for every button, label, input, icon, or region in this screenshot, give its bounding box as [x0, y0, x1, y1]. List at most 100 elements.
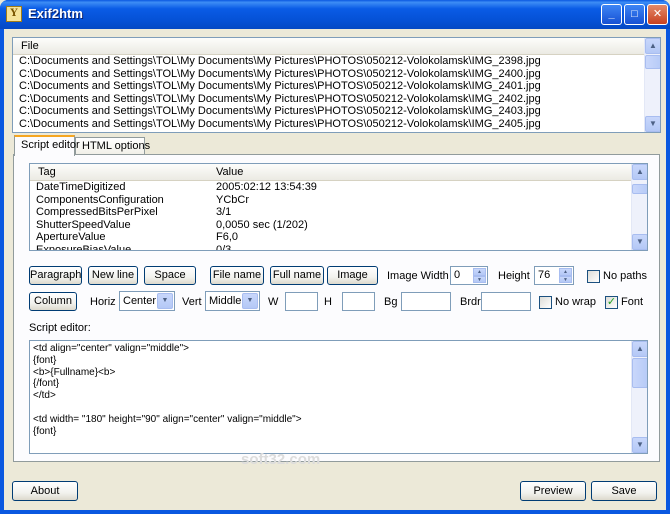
- watermark: soft32.com: [241, 451, 321, 468]
- scroll-down-icon[interactable]: ▼: [632, 234, 647, 250]
- new-line-button[interactable]: New line: [88, 266, 138, 285]
- window-client-area: File C:\Documents and Settings\TOL\My Do…: [4, 29, 666, 510]
- tab-script-editor[interactable]: Script editor: [14, 135, 80, 156]
- about-button[interactable]: About: [12, 481, 78, 501]
- tag-value: 0,0050 sec (1/202): [216, 218, 308, 231]
- script-editor-textarea[interactable]: <td align="center" valign="middle"> {font…: [29, 340, 648, 454]
- image-width-stepper[interactable]: 0 ▲ ▼: [450, 266, 488, 285]
- tag-row[interactable]: ComponentsConfiguration YCbCr: [30, 194, 647, 207]
- vert-label: Vert: [182, 296, 202, 308]
- tab-html-options[interactable]: HTML options: [75, 137, 150, 155]
- image-width-value: 0: [454, 269, 461, 281]
- tag-row[interactable]: DateTimeDigitized 2005:02:12 13:54:39: [30, 181, 647, 194]
- file-list-item[interactable]: C:\Documents and Settings\TOL\My Documen…: [13, 118, 660, 131]
- tag-name: ComponentsConfiguration: [36, 193, 164, 206]
- file-rows: C:\Documents and Settings\TOL\My Documen…: [13, 55, 660, 130]
- tag-row[interactable]: CompressedBitsPerPixel 3/1: [30, 206, 647, 219]
- height-field[interactable]: [342, 292, 375, 311]
- paragraph-button[interactable]: Paragraph: [29, 266, 82, 285]
- scroll-thumb[interactable]: [632, 184, 647, 194]
- no-wrap-checkbox[interactable]: [539, 296, 552, 309]
- scroll-thumb[interactable]: [645, 55, 660, 69]
- tag-name: ExposureBiasValue: [36, 243, 132, 251]
- editor-scrollbar[interactable]: ▲ ▼: [631, 341, 647, 453]
- vert-select[interactable]: Middle ▼: [205, 291, 260, 311]
- scroll-down-icon[interactable]: ▼: [645, 116, 660, 132]
- close-icon[interactable]: ✕: [647, 4, 668, 25]
- file-list-scrollbar[interactable]: ▲ ▼: [644, 38, 660, 132]
- maximize-icon[interactable]: □: [624, 4, 645, 25]
- save-button[interactable]: Save: [591, 481, 657, 501]
- height-spin-icon[interactable]: ▲ ▼: [559, 268, 572, 283]
- scroll-up-icon[interactable]: ▲: [645, 38, 660, 54]
- image-width-label: Image Width: [387, 270, 449, 282]
- value-column-header[interactable]: Value: [216, 164, 243, 180]
- script-lines: <td align="center" valign="middle"> {font…: [30, 341, 647, 437]
- scroll-up-icon[interactable]: ▲: [632, 164, 647, 180]
- script-line: [30, 402, 647, 414]
- chevron-down-icon[interactable]: ▼: [242, 293, 258, 309]
- file-list-item[interactable]: C:\Documents and Settings\TOL\My Documen…: [13, 93, 660, 106]
- app-logo-icon: Y: [6, 6, 22, 22]
- file-list-item[interactable]: C:\Documents and Settings\TOL\My Documen…: [13, 80, 660, 93]
- script-line: {font}: [33, 425, 57, 437]
- vert-value: Middle: [209, 295, 242, 307]
- border-field[interactable]: [481, 292, 531, 311]
- space-button[interactable]: Space: [144, 266, 196, 285]
- no-paths-label: No paths: [603, 270, 648, 282]
- horiz-value: Center: [123, 295, 157, 307]
- bg-label: Bg: [384, 296, 398, 308]
- no-paths-checkbox[interactable]: [587, 270, 600, 283]
- tag-row[interactable]: ExposureBiasValue 0/3: [30, 243, 647, 251]
- width-field[interactable]: [285, 292, 318, 311]
- tag-row[interactable]: ApertureValue F6,0: [30, 231, 647, 244]
- font-checkbox[interactable]: ✓: [605, 296, 618, 309]
- file-column-header[interactable]: File: [13, 38, 660, 55]
- bg-field[interactable]: [401, 292, 451, 311]
- window-title: Exif2htm: [28, 6, 83, 21]
- tag-rows: DateTimeDigitized 2005:02:12 13:54:39 Comp…: [30, 181, 647, 251]
- minimize-icon[interactable]: _: [601, 4, 622, 25]
- script-line: {font}: [33, 354, 57, 366]
- preview-button[interactable]: Preview: [520, 481, 586, 501]
- title-bar[interactable]: Y Exif2htm _ □ ✕: [0, 0, 670, 29]
- image-height-label: Height: [498, 270, 530, 282]
- scroll-up-icon[interactable]: ▲: [632, 341, 647, 357]
- horiz-label: Horiz: [90, 296, 116, 308]
- tag-value: 3/1: [216, 206, 232, 218]
- width-spin-icon[interactable]: ▲ ▼: [473, 268, 486, 283]
- script-editor-label: Script editor:: [29, 322, 91, 334]
- tag-value: 0/3: [216, 243, 232, 251]
- tag-column-header[interactable]: Tag: [38, 166, 56, 178]
- scroll-down-icon[interactable]: ▼: [632, 437, 647, 453]
- no-wrap-label: No wrap: [555, 296, 596, 308]
- file-name-button[interactable]: File name: [210, 266, 264, 285]
- horiz-select[interactable]: Center ▼: [119, 291, 175, 311]
- brdr-label: Brdr: [460, 296, 481, 308]
- image-height-stepper[interactable]: 76 ▲ ▼: [534, 266, 574, 285]
- tag-row[interactable]: ShutterSpeedValue 0,0050 sec (1/202): [30, 219, 647, 232]
- tag-value: YCbCr: [216, 193, 250, 206]
- scroll-thumb[interactable]: [632, 358, 647, 388]
- file-list[interactable]: File C:\Documents and Settings\TOL\My Do…: [12, 37, 661, 133]
- checkmark-icon: ✓: [606, 296, 617, 308]
- chevron-down-icon[interactable]: ▼: [157, 293, 173, 309]
- w-label: W: [268, 296, 279, 308]
- font-label: Font: [621, 296, 644, 308]
- h-label: H: [324, 296, 332, 308]
- image-button[interactable]: Image: [327, 266, 378, 285]
- tag-name: DateTimeDigitized: [36, 181, 126, 193]
- image-height-value: 76: [538, 269, 551, 281]
- file-list-item[interactable]: C:\Documents and Settings\TOL\My Documen…: [13, 105, 660, 118]
- script-line: </td>: [33, 390, 56, 402]
- script-line: <td align="center" valign="middle">: [33, 343, 189, 354]
- column-button[interactable]: Column: [29, 292, 77, 311]
- tag-name: ShutterSpeedValue: [36, 218, 131, 231]
- script-editor-panel: Tag Value DateTimeDigitized 2005:02:12 13…: [13, 154, 660, 468]
- tag-list-scrollbar[interactable]: ▲ ▼: [631, 164, 647, 250]
- tag-value: F6,0: [216, 231, 239, 243]
- file-list-item[interactable]: C:\Documents and Settings\TOL\My Documen…: [13, 68, 660, 81]
- exif-tag-list[interactable]: Tag Value DateTimeDigitized 2005:02:12 13…: [29, 163, 648, 251]
- file-list-item[interactable]: C:\Documents and Settings\TOL\My Documen…: [13, 55, 660, 68]
- full-name-button[interactable]: Full name: [270, 266, 324, 285]
